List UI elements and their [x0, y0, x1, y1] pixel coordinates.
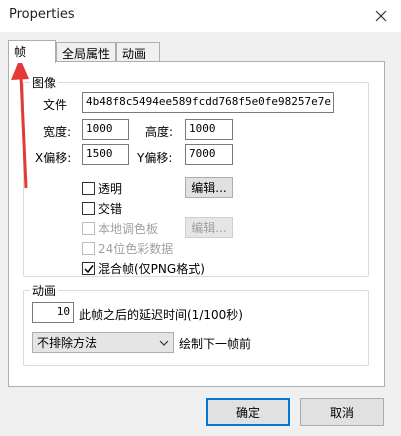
checkbox-box	[82, 262, 95, 275]
edit-palette-button[interactable]: 编辑...	[185, 217, 233, 238]
width-field[interactable]: 1000	[82, 119, 129, 140]
window-title: Properties	[9, 7, 75, 22]
y-offset-field[interactable]: 7000	[185, 144, 233, 165]
checkbox-box	[82, 182, 95, 195]
checkmark-icon	[83, 264, 94, 273]
title-bar: Properties	[0, 0, 401, 32]
file-field[interactable]: 4b48f8c5494ee589fcdd768f5e0fe98257e7e.gi…	[82, 92, 334, 113]
image-group-title: 图像	[30, 74, 59, 91]
dispose-method-value: 不排除方法	[37, 336, 98, 350]
y-offset-label: Y偏移:	[137, 151, 173, 165]
checkbox-box	[82, 222, 95, 235]
tab-animation[interactable]: 动画	[116, 42, 160, 62]
close-icon	[375, 10, 387, 22]
local-palette-label: 本地调色板	[98, 222, 159, 236]
interlaced-checkbox[interactable]: 交错	[82, 200, 122, 217]
transparent-label: 透明	[98, 182, 123, 196]
animation-group-title: 动画	[30, 282, 59, 299]
tab-panel: 图像 文件 4b48f8c5494ee589fcdd768f5e0fe98257…	[8, 61, 385, 387]
close-button[interactable]	[361, 0, 401, 32]
checkbox-box	[82, 202, 95, 215]
color24-checkbox[interactable]: 24位色彩数据	[82, 240, 173, 257]
blend-frame-checkbox[interactable]: 混合帧(仅PNG格式)	[82, 260, 205, 277]
chevron-down-icon	[159, 340, 169, 346]
x-offset-field[interactable]: 1500	[82, 144, 129, 165]
dispose-label: 绘制下一帧前	[179, 337, 252, 351]
cancel-button[interactable]: 取消	[300, 398, 384, 426]
local-palette-checkbox[interactable]: 本地调色板	[82, 220, 158, 237]
dispose-method-select[interactable]: 不排除方法	[32, 332, 174, 353]
checkbox-box	[82, 242, 95, 255]
file-label: 文件	[43, 98, 68, 112]
delay-label: 此帧之后的延迟时间(1/100秒)	[79, 308, 243, 322]
interlaced-label: 交错	[98, 202, 123, 216]
color24-label: 24位色彩数据	[98, 242, 174, 256]
height-label: 高度:	[145, 125, 174, 139]
edit-transparency-button[interactable]: 编辑...	[185, 177, 233, 198]
tab-frame[interactable]: 帧	[8, 40, 56, 63]
tab-global-properties[interactable]: 全局属性	[56, 42, 116, 62]
width-label: 宽度:	[43, 125, 72, 139]
blend-frame-label: 混合帧(仅PNG格式)	[98, 262, 205, 276]
ok-button[interactable]: 确定	[206, 398, 290, 426]
animation-group: 动画	[23, 282, 369, 366]
transparent-checkbox[interactable]: 透明	[82, 180, 122, 197]
properties-dialog: Properties 帧 全局属性 动画 图像 文件 4b48f8c5494ee…	[0, 0, 401, 436]
delay-field[interactable]: 10	[32, 302, 74, 323]
x-offset-label: X偏移:	[35, 151, 72, 165]
height-field[interactable]: 1000	[185, 119, 233, 140]
